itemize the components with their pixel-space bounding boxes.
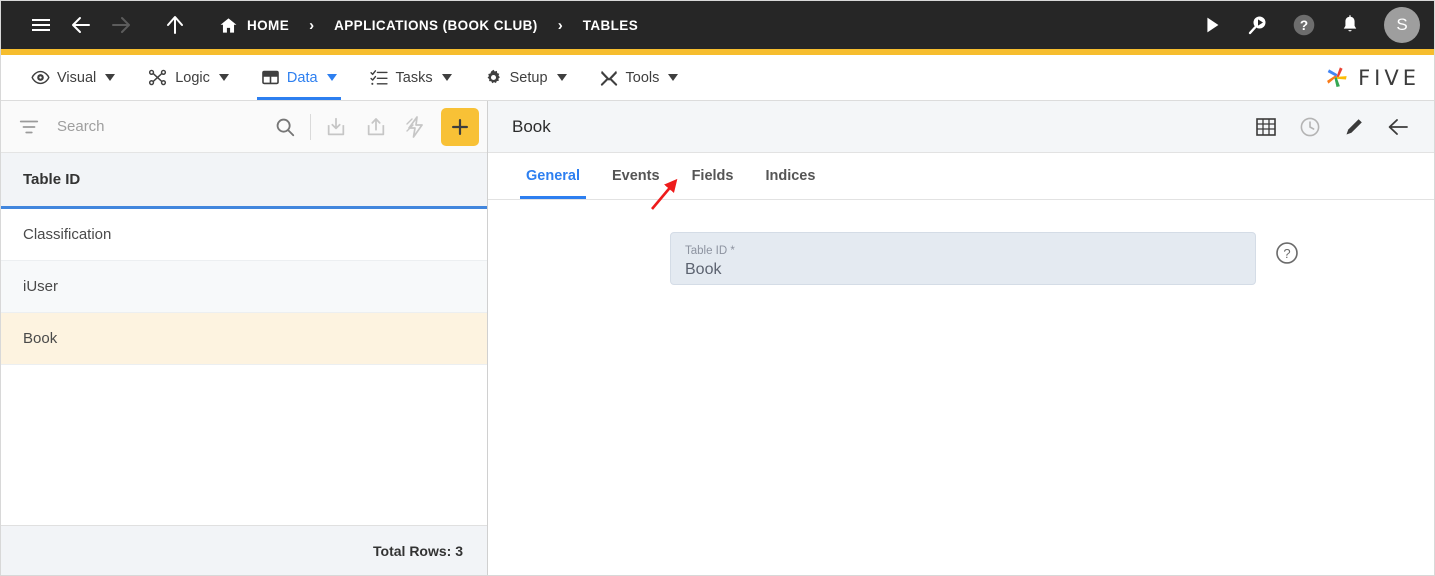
tab-general[interactable]: General xyxy=(510,153,596,199)
user-avatar[interactable]: S xyxy=(1384,7,1420,43)
breadcrumb-tables-label: TABLES xyxy=(582,17,639,33)
tab-fields-label: Fields xyxy=(691,168,734,184)
breadcrumb-applications[interactable]: APPLICATIONS (BOOK CLUB) xyxy=(330,18,542,33)
application-window: HOME › APPLICATIONS (BOOK CLUB) › TABLES xyxy=(0,0,1435,576)
table-detail-panel: Book General Events Fields Indices Table… xyxy=(488,101,1434,575)
menu-item-tools-label: Tools xyxy=(625,69,660,86)
table-row[interactable]: iUser xyxy=(1,261,487,313)
task-list-icon xyxy=(369,70,388,85)
main-content: Table ID Classification iUser Book Total… xyxy=(1,101,1434,575)
menu-item-data[interactable]: Data xyxy=(245,55,353,100)
gear-icon xyxy=(487,69,500,84)
eye-icon xyxy=(31,70,50,85)
notifications-bell-icon[interactable] xyxy=(1330,5,1370,45)
tab-general-label: General xyxy=(526,168,580,184)
menu-item-tasks-label: Tasks xyxy=(395,69,433,86)
detail-header: Book xyxy=(488,101,1434,153)
top-navigation-bar: HOME › APPLICATIONS (BOOK CLUB) › TABLES xyxy=(1,1,1434,49)
brand-logo: FIVE xyxy=(1323,55,1420,100)
help-icon[interactable]: ? xyxy=(1284,5,1324,45)
menu-item-logic[interactable]: Logic xyxy=(131,55,245,100)
breadcrumb-tables[interactable]: TABLES xyxy=(579,18,642,33)
list-toolbar xyxy=(1,101,487,153)
logic-nodes-icon xyxy=(149,69,167,86)
general-form: Table ID * Book ? xyxy=(488,200,1434,575)
table-id-field-label: Table ID * xyxy=(685,244,735,257)
tables-list: Classification iUser Book xyxy=(1,209,487,525)
edit-pencil-icon[interactable] xyxy=(1342,115,1366,139)
total-rows-label: Total Rows: 3 xyxy=(373,542,463,559)
back-arrow-icon[interactable] xyxy=(1386,115,1410,139)
chevron-down-icon xyxy=(105,74,116,81)
table-row-label: Book xyxy=(23,330,58,347)
chevron-down-icon xyxy=(556,74,567,81)
chevron-down-icon xyxy=(668,74,679,81)
breadcrumb: HOME › APPLICATIONS (BOOK CLUB) › TABLES xyxy=(21,5,1192,45)
tab-events-label: Events xyxy=(612,168,660,184)
search-input[interactable] xyxy=(51,118,265,135)
nav-up-icon[interactable] xyxy=(155,5,195,45)
hamburger-menu-icon[interactable] xyxy=(21,5,61,45)
toolbar-divider xyxy=(310,113,311,140)
tab-indices[interactable]: Indices xyxy=(749,153,831,199)
tab-fields[interactable]: Fields xyxy=(676,153,750,199)
table-row-label: iUser xyxy=(23,278,59,295)
table-id-field-row: Table ID * Book ? xyxy=(488,232,1434,285)
nav-back-icon[interactable] xyxy=(61,5,101,45)
menu-item-data-label: Data xyxy=(286,69,318,86)
menu-item-visual[interactable]: Visual xyxy=(15,55,131,100)
tab-events[interactable]: Events xyxy=(596,153,676,199)
breadcrumb-home[interactable]: HOME xyxy=(215,16,293,35)
add-table-button[interactable] xyxy=(441,107,479,146)
menu-item-visual-label: Visual xyxy=(57,69,97,86)
brand-name: FIVE xyxy=(1358,65,1420,90)
field-help-icon[interactable]: ? xyxy=(1274,240,1300,271)
table-view-icon[interactable] xyxy=(1254,115,1278,139)
search-icon[interactable] xyxy=(265,107,305,147)
list-footer: Total Rows: 3 xyxy=(1,525,487,575)
table-row-selected[interactable]: Book xyxy=(1,313,487,365)
nav-forward-icon[interactable] xyxy=(101,5,141,45)
detail-tabs: General Events Fields Indices xyxy=(488,153,1434,200)
quick-action-icon[interactable] xyxy=(396,107,436,147)
avatar-initial: S xyxy=(1396,15,1408,34)
history-clock-icon[interactable] xyxy=(1298,115,1322,139)
page-title: Book xyxy=(512,116,551,136)
table-grid-icon xyxy=(262,70,279,85)
chevron-down-icon xyxy=(441,74,452,81)
menu-item-logic-label: Logic xyxy=(175,69,210,86)
main-menu-bar: Visual Logic Data Tasks Setup Tools FIVE xyxy=(1,55,1434,101)
menu-item-tasks[interactable]: Tasks xyxy=(353,55,468,100)
tools-icon xyxy=(600,70,617,86)
list-column-header[interactable]: Table ID xyxy=(1,153,487,209)
breadcrumb-separator-2: › xyxy=(557,16,563,34)
table-id-field-value: Book xyxy=(685,260,722,278)
menu-item-setup-label: Setup xyxy=(509,69,548,86)
five-pinwheel-icon xyxy=(1327,67,1347,87)
export-icon[interactable] xyxy=(356,107,396,147)
list-column-header-label: Table ID xyxy=(23,171,81,188)
table-row-label: Classification xyxy=(23,226,112,243)
tables-list-panel: Table ID Classification iUser Book Total… xyxy=(1,101,488,575)
breadcrumb-applications-label: APPLICATIONS (BOOK CLUB) xyxy=(334,17,538,33)
top-bar-actions: ? S xyxy=(1192,5,1420,45)
chevron-down-icon xyxy=(218,74,229,81)
home-icon xyxy=(220,17,237,33)
table-row[interactable]: Classification xyxy=(1,209,487,261)
import-icon[interactable] xyxy=(316,107,356,147)
run-icon[interactable] xyxy=(1192,5,1232,45)
filter-icon[interactable] xyxy=(7,116,51,138)
svg-text:?: ? xyxy=(1300,18,1308,33)
menu-item-setup[interactable]: Setup xyxy=(468,55,583,100)
menu-item-tools[interactable]: Tools xyxy=(583,55,695,100)
detail-header-actions xyxy=(1254,115,1420,139)
plus-icon xyxy=(452,118,468,135)
breadcrumb-separator-1: › xyxy=(309,16,315,34)
chevron-down-icon xyxy=(326,74,337,81)
tab-indices-label: Indices xyxy=(765,168,816,184)
search-run-icon[interactable] xyxy=(1238,5,1278,45)
svg-text:?: ? xyxy=(1283,246,1290,261)
breadcrumb-home-label: HOME xyxy=(247,17,290,33)
table-id-field[interactable]: Table ID * Book xyxy=(670,232,1256,285)
